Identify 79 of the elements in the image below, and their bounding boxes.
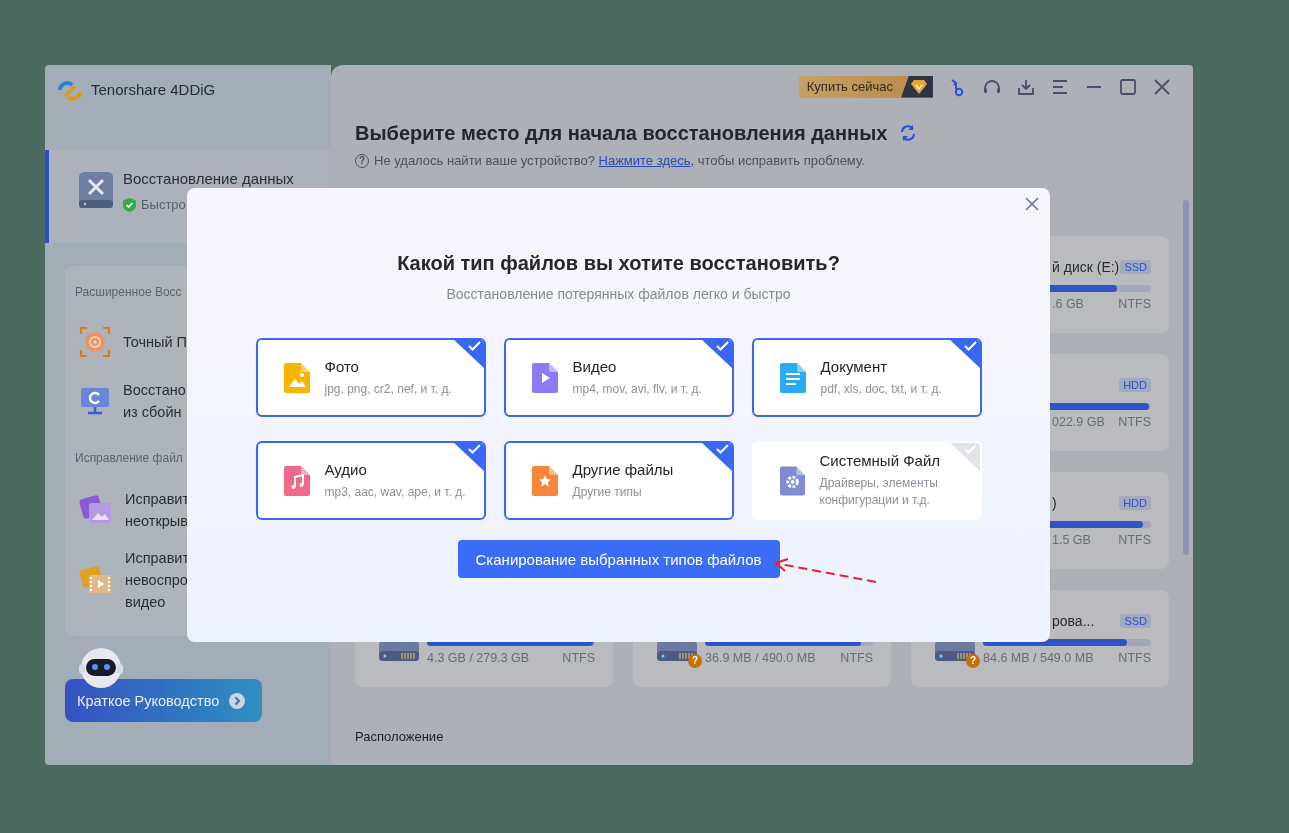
drive-type-tag: SSD <box>1120 260 1151 274</box>
drive-size: 1.5 GB <box>1052 533 1091 547</box>
help-text: Не удалось найти ваше устройство? Нажмите здесь, чтобы исправить проблему. <box>374 153 865 169</box>
drive-type-tag: HDD <box>1119 496 1151 510</box>
video-file-icon <box>530 362 559 393</box>
warning-badge: ? <box>688 654 702 668</box>
dialog-subtitle: Восстановление потерянных файлов легко и быстро <box>446 286 791 302</box>
document-file-icon <box>778 362 807 393</box>
file-type-option[interactable]: Видео mp4, mov, avi, flv, и т. д. <box>503 338 734 417</box>
file-system: NTFS <box>562 651 595 665</box>
drive-type-tag: HDD <box>1119 378 1151 392</box>
option-description: jpg, png, cr2, nef, и т. д. <box>324 380 452 398</box>
option-label: Другие файлы <box>572 460 674 478</box>
item-label: Исправит неоткрыв <box>125 490 190 531</box>
option-label: Фото <box>324 357 359 375</box>
drive-type-tag: SSD <box>1120 614 1151 628</box>
star-file-icon <box>530 465 559 496</box>
refresh-icon[interactable] <box>899 124 918 142</box>
chevron-icon <box>229 692 246 709</box>
option-description: Драйверы, элементы конфигурации и т.д. <box>819 475 939 509</box>
page-title: Выберите место для начала восстановления данных <box>355 121 888 146</box>
scan-button[interactable]: Сканирование выбранных типов файлов <box>457 540 780 578</box>
file-system: NTFS <box>1118 415 1151 429</box>
target-icon <box>79 326 111 358</box>
item-label: Восстановление данных <box>123 170 294 187</box>
warning-badge: ? <box>966 654 980 668</box>
drive-name: ) <box>1052 495 1057 511</box>
file-type-option[interactable]: Аудио mp3, aac, wav, ape, и т. д. <box>255 441 486 520</box>
photos-icon <box>79 494 113 526</box>
file-system: NTFS <box>1118 651 1151 665</box>
option-label: Видео <box>572 357 617 375</box>
section-title: Исправление файл <box>75 450 184 466</box>
guide-button[interactable]: Краткое Руководство <box>65 679 262 722</box>
scrollbar[interactable] <box>1183 200 1189 555</box>
file-type-option[interactable]: Системный Файл Драйверы, элементы конфигурации и т.д. <box>751 441 982 520</box>
item-label: Точный П <box>123 333 187 352</box>
file-type-option[interactable]: Фото jpg, png, cr2, nef, и т. д. <box>255 338 486 417</box>
dialog-title: Какой тип файлов вы хотите восстановить? <box>397 251 840 276</box>
option-description: pdf, xls, doc, txt, и т. д. <box>820 380 942 398</box>
drive-size: 36.9 MB / 490.0 MB <box>705 651 816 665</box>
section-title: Расширенное Восс <box>75 284 183 300</box>
option-description: Другие типы <box>572 483 642 501</box>
app-title: Tenorshare 4DDiG <box>91 80 216 100</box>
file-type-option[interactable]: Другие файлы Другие типы <box>503 441 734 520</box>
gear-file-icon <box>778 465 806 496</box>
drive-size: 84.6 MB / 549.0 MB <box>983 651 1094 665</box>
file-system: NTFS <box>1118 533 1151 547</box>
option-label: Документ <box>820 357 888 375</box>
maximize-icon[interactable] <box>1118 76 1138 97</box>
item-label: Восстано из сбойн <box>123 381 186 422</box>
drive-name: й диск (E:) <box>1052 259 1120 275</box>
close-icon[interactable] <box>1024 196 1040 212</box>
file-type-option[interactable]: Документ pdf, xls, doc, txt, и т. д. <box>751 338 982 417</box>
item-label: Исправит невоспро видео <box>125 549 190 612</box>
robot-icon <box>77 646 125 690</box>
drive-name: рова... <box>1052 613 1095 629</box>
item-subtitle: Быстро <box>141 197 186 212</box>
option-label: Системный Файл <box>819 452 941 469</box>
audio-file-icon <box>282 465 311 496</box>
drive-size: .6 GB <box>1052 297 1084 311</box>
drive-tools-icon <box>76 170 116 210</box>
shield-icon <box>123 197 136 212</box>
drive-size: 022.9 GB <box>1052 415 1105 429</box>
buy-now-button[interactable]: Купить сейчас <box>798 75 933 98</box>
section-heading: Расположение <box>355 729 445 744</box>
sidebar-item[interactable]: Исправит невоспро видео <box>75 544 311 616</box>
option-label: Аудио <box>324 460 367 478</box>
drive-size: 4.3 GB / 279.3 GB <box>427 651 530 665</box>
monitor-icon <box>79 385 111 417</box>
file-system: NTFS <box>840 651 873 665</box>
drive-icon <box>378 640 420 662</box>
film-icon <box>79 564 113 596</box>
diamond-icon <box>911 79 927 94</box>
app-logo <box>57 78 83 104</box>
option-description: mp3, aac, wav, ape, и т. д. <box>324 483 466 501</box>
option-description: mp4, mov, avi, flv, и т. д. <box>572 380 702 398</box>
file-system: NTFS <box>1118 297 1151 311</box>
close-icon[interactable] <box>1152 76 1172 97</box>
image-file-icon <box>282 362 311 393</box>
